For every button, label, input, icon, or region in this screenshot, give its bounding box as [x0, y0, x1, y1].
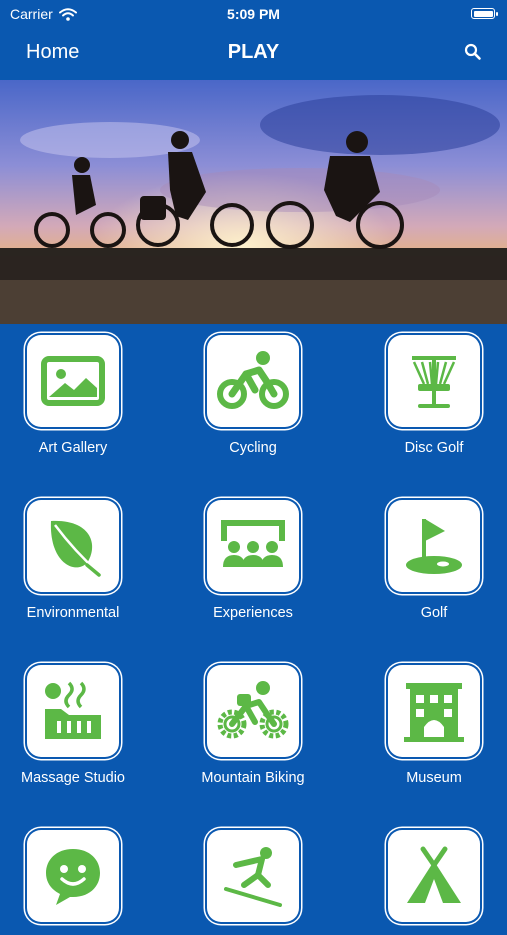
tile-icon-box: [388, 335, 480, 427]
status-time: 5:09 PM: [227, 6, 280, 22]
tile-label: Massage Studio: [21, 770, 125, 786]
mountain-bike-icon: [217, 681, 289, 739]
tile-icon-box: [207, 830, 299, 922]
tile-label: Disc Golf: [404, 440, 464, 456]
tile-art-gallery[interactable]: Art Gallery: [0, 335, 163, 456]
battery-icon: [471, 8, 498, 19]
home-back-button[interactable]: Home: [26, 41, 79, 64]
status-bar: Carrier 5:09 PM: [0, 0, 507, 28]
hot-stones-icon: [45, 681, 101, 739]
tile-icon-box: [207, 335, 299, 427]
disc-golf-basket-icon: [412, 356, 456, 408]
tile-environmental[interactable]: Environmental: [0, 500, 163, 621]
smiley-chat-icon: [46, 849, 100, 905]
tile-icon-box: [388, 665, 480, 757]
tile-icon-box: [388, 830, 480, 922]
tile-mountain-biking[interactable]: Mountain Biking: [163, 665, 343, 786]
tile-skiing[interactable]: [163, 830, 343, 935]
tile-camping[interactable]: [344, 830, 507, 935]
tile-label: Experiences: [213, 605, 293, 621]
tile-icon-box: [207, 665, 299, 757]
skiing-icon: [224, 847, 282, 907]
tile-experiences[interactable]: Experiences: [163, 500, 343, 621]
tile-icon-box: [388, 500, 480, 592]
nav-bar: Home PLAY: [0, 28, 507, 78]
tile-icon-box: [207, 500, 299, 592]
tile-golf[interactable]: Golf: [344, 500, 507, 621]
golf-flag-icon: [406, 519, 462, 574]
tile-chat[interactable]: [0, 830, 163, 935]
tile-icon-box: [27, 830, 119, 922]
tile-label: Mountain Biking: [201, 770, 305, 786]
tile-icon-box: [27, 665, 119, 757]
tile-icon-box: [27, 335, 119, 427]
museum-building-icon: [404, 683, 464, 742]
tile-label: Golf: [420, 605, 448, 621]
tile-label: Museum: [406, 770, 462, 786]
search-icon[interactable]: [463, 42, 483, 62]
cycling-icon: [217, 351, 289, 409]
tile-museum[interactable]: Museum: [344, 665, 507, 786]
tile-label: Art Gallery: [38, 440, 108, 456]
tile-label: Environmental: [26, 605, 120, 621]
tile-icon-box: [27, 500, 119, 592]
tent-icon: [407, 846, 461, 903]
tile-label: Cycling: [229, 440, 277, 456]
hero-image-cyclists: [0, 80, 507, 324]
leaf-icon: [50, 520, 101, 577]
image-icon: [41, 356, 105, 406]
tile-massage-studio[interactable]: Massage Studio: [0, 665, 163, 786]
tile-disc-golf[interactable]: Disc Golf: [344, 335, 507, 456]
audience-icon: [221, 520, 285, 567]
tile-cycling[interactable]: Cycling: [163, 335, 343, 456]
